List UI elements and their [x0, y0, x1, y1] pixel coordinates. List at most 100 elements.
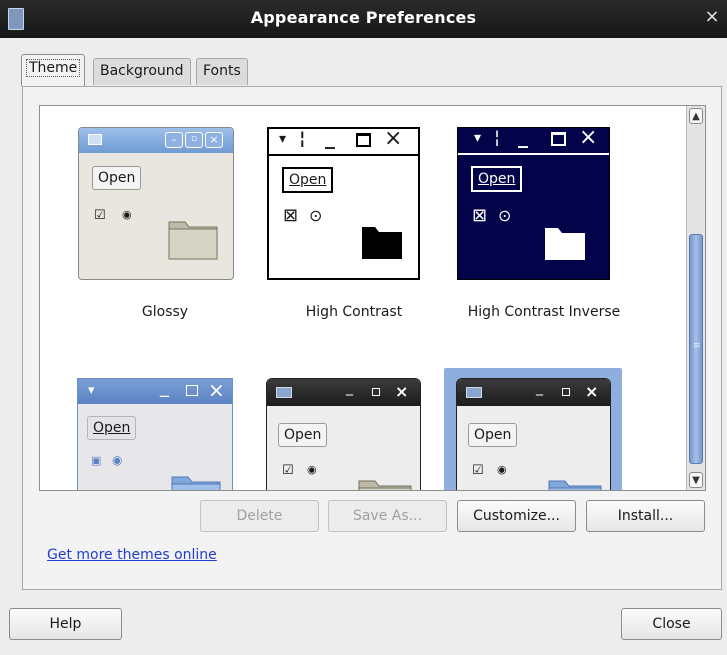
folder-icon: [548, 480, 602, 490]
close-icon: ×: [384, 126, 403, 151]
preview-titlebar: ▾ _ ×: [78, 377, 232, 404]
preview-titlebar: _ ×: [267, 379, 420, 406]
close-icon: ×: [395, 382, 409, 401]
preview-open-button: Open: [282, 167, 334, 193]
help-button[interactable]: Help: [9, 608, 122, 640]
menu-arrow-icon: ▾: [474, 130, 482, 146]
save-as-button-label: Save As...: [352, 508, 423, 524]
radio-icon: ◉: [497, 463, 507, 476]
folder-icon: [168, 221, 218, 260]
theme-preview: ▾ ¦ _ × Open ⊠ ⊙: [457, 124, 610, 280]
close-icon: ×: [205, 132, 223, 148]
maximize-icon: [356, 133, 371, 147]
install-button[interactable]: Install...: [586, 500, 705, 532]
radio-icon: ◉: [122, 208, 132, 221]
install-button-label: Install...: [617, 508, 674, 524]
minimize-icon: _: [518, 124, 528, 148]
close-button[interactable]: Close: [621, 608, 722, 640]
scroll-thumb[interactable]: ≡: [689, 234, 703, 464]
get-more-themes-link[interactable]: Get more themes online: [47, 547, 217, 563]
folder-icon: [545, 228, 585, 260]
minimize-icon: _: [325, 125, 335, 149]
separator-icon: ¦: [299, 128, 306, 149]
theme-item-6-selected[interactable]: _ × Open ☑ ◉: [444, 368, 622, 490]
minimize-icon: _: [160, 377, 169, 398]
preview-open-button: Open: [92, 166, 142, 190]
menu-arrow-icon: ▾: [279, 131, 287, 147]
radio-icon: ⊙: [498, 206, 512, 225]
theme-item-high-contrast-inverse[interactable]: ▾ ¦ _ × Open ⊠ ⊙ High Contrast Inverse: [455, 118, 633, 320]
maximize-icon: [372, 388, 380, 396]
maximize-icon: [186, 385, 198, 396]
preview-open-button: Open: [471, 166, 523, 192]
theme-item-4[interactable]: ▾ _ × Open ▣ ◉: [76, 370, 254, 490]
tab-theme-label: Theme: [26, 59, 81, 77]
minimize-icon: _: [536, 380, 543, 396]
preview-titlebar: _ ×: [457, 379, 610, 406]
tab-fonts[interactable]: Fonts: [196, 58, 248, 85]
checkbox-icon: ⊠: [283, 205, 299, 226]
minimize-icon: –: [165, 132, 183, 148]
theme-name: High Contrast Inverse: [467, 304, 621, 320]
delete-button-label: Delete: [236, 508, 283, 524]
separator-icon: ¦: [494, 127, 501, 148]
save-as-button[interactable]: Save As...: [328, 500, 447, 532]
scroll-up-arrow-icon[interactable]: ▲: [689, 108, 703, 124]
preview-open-label: Open: [93, 420, 131, 436]
preview-window-icon: [466, 387, 482, 398]
theme-name: Glossy: [141, 304, 189, 320]
preview-titlebar: – ▫ ×: [79, 128, 233, 153]
checkbox-icon: ☑: [282, 463, 294, 478]
preview-titlebar: ▾ ¦ _ ×: [269, 125, 418, 156]
folder-icon: [362, 227, 402, 259]
customize-button[interactable]: Customize...: [457, 500, 576, 532]
preview-open-label: Open: [289, 172, 327, 188]
theme-preview: – ▫ × Open ☑ ◉: [78, 127, 234, 280]
tab-background[interactable]: Background: [93, 58, 191, 85]
close-icon: ×: [579, 125, 598, 150]
delete-button[interactable]: Delete: [200, 500, 319, 532]
window-title: Appearance Preferences: [250, 8, 477, 27]
window-titlebar: Appearance Preferences ×: [0, 0, 727, 38]
scroll-down-arrow-icon[interactable]: ▼: [689, 472, 703, 488]
maximize-icon: ▫: [185, 132, 203, 148]
radio-icon: ◉: [112, 453, 123, 467]
tab-fonts-label: Fonts: [203, 63, 241, 79]
checkbox-icon: ☑: [472, 463, 484, 478]
checkbox-icon: ☑: [94, 208, 106, 223]
minimize-icon: _: [346, 380, 353, 396]
grip-icon: ≡: [693, 341, 701, 351]
close-icon: ×: [585, 382, 599, 401]
theme-preview: _ × Open ☑ ◉: [456, 378, 611, 490]
theme-list[interactable]: – ▫ × Open ☑ ◉ Glossy ▾ ¦ _ × Open ⊠ ⊙ H…: [39, 105, 706, 491]
preview-window-icon: [276, 387, 292, 398]
theme-list-scrollbar[interactable]: ▲ ≡ ▼: [686, 106, 705, 490]
preview-window-icon: [88, 134, 102, 145]
preview-open-label: Open: [284, 427, 322, 443]
tab-theme[interactable]: Theme: [21, 54, 86, 86]
tab-background-label: Background: [100, 63, 184, 79]
radio-icon: ⊙: [309, 206, 323, 225]
menu-arrow-icon: ▾: [88, 383, 95, 398]
window-close-icon[interactable]: ×: [703, 7, 721, 27]
preview-open-button: Open: [87, 416, 137, 440]
theme-preview: ▾ ¦ _ × Open ⊠ ⊙: [267, 125, 420, 280]
maximize-icon: [562, 388, 570, 396]
checkbox-icon: ▣: [91, 454, 102, 467]
preview-open-label: Open: [474, 427, 512, 443]
preview-open-label: Open: [478, 171, 516, 187]
preview-open-button: Open: [468, 423, 518, 447]
folder-icon: [358, 480, 412, 490]
close-icon: ×: [208, 378, 225, 402]
preview-open-label: Open: [98, 170, 136, 186]
theme-preview: _ × Open ☑ ◉: [266, 378, 421, 490]
help-button-label: Help: [49, 616, 82, 632]
preview-open-button: Open: [278, 423, 328, 447]
maximize-icon: [551, 132, 566, 146]
preview-titlebar: ▾ ¦ _ ×: [458, 124, 609, 155]
theme-item-high-contrast[interactable]: ▾ ¦ _ × Open ⊠ ⊙ High Contrast: [265, 118, 443, 320]
theme-item-5[interactable]: _ × Open ☑ ◉: [265, 370, 443, 490]
radio-icon: ◉: [307, 463, 317, 476]
theme-item-glossy[interactable]: – ▫ × Open ☑ ◉ Glossy: [76, 118, 254, 320]
checkbox-icon: ⊠: [472, 205, 488, 226]
